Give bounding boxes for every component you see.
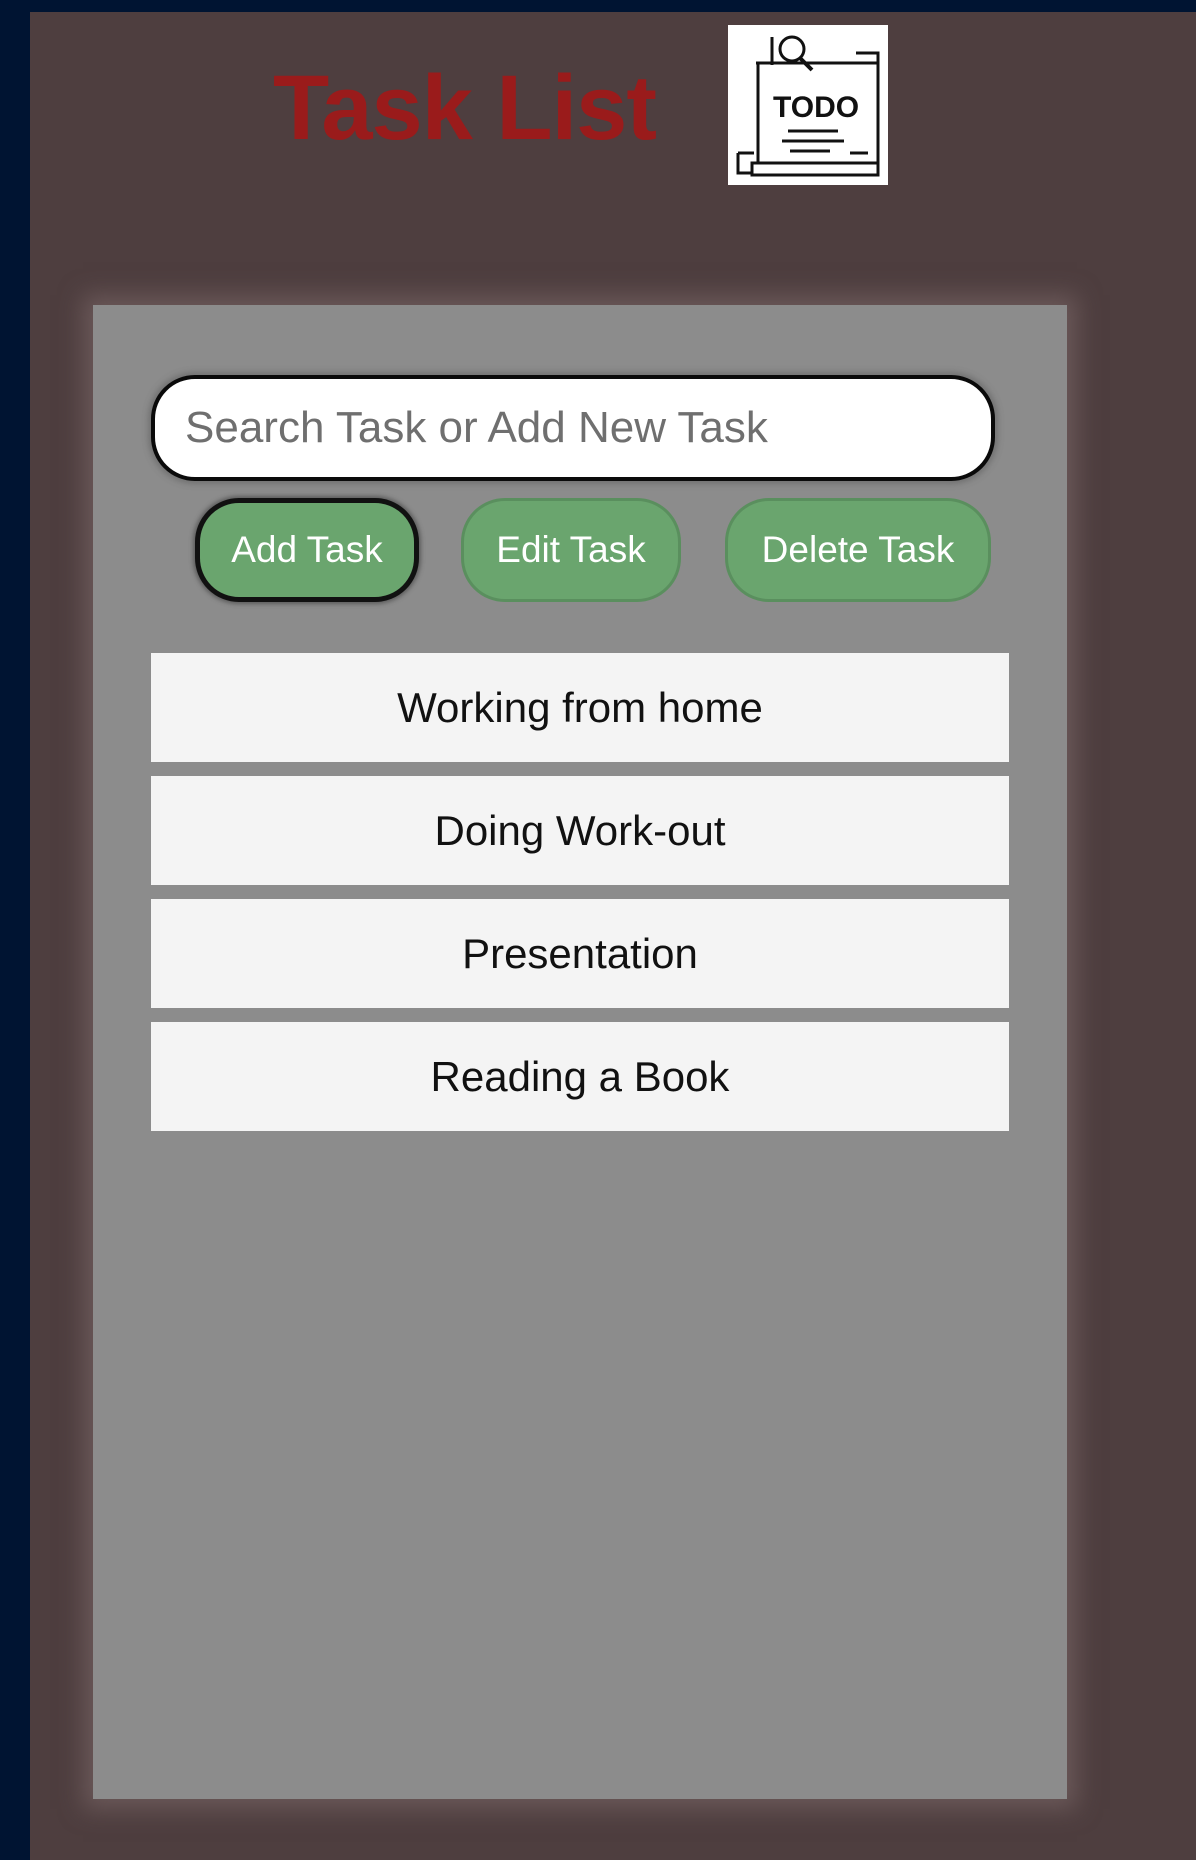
logo-text: TODO (773, 91, 859, 124)
delete-task-button[interactable]: Delete Task (725, 498, 991, 602)
edit-task-button[interactable]: Edit Task (461, 498, 681, 602)
app-container: Task List TODO Add Task Edit T (30, 12, 1196, 1860)
page-title: Task List (273, 57, 657, 159)
task-panel: Add Task Edit Task Delete Task Working f… (93, 305, 1067, 1799)
task-list: Working from home Doing Work-out Present… (151, 653, 1009, 1145)
add-task-button[interactable]: Add Task (195, 498, 419, 602)
search-input[interactable] (151, 375, 995, 481)
task-item-doing-work-out[interactable]: Doing Work-out (151, 776, 1009, 885)
task-item-presentation[interactable]: Presentation (151, 899, 1009, 1008)
task-item-reading-a-book[interactable]: Reading a Book (151, 1022, 1009, 1131)
header: Task List TODO (30, 12, 1196, 212)
task-item-working-from-home[interactable]: Working from home (151, 653, 1009, 762)
todo-notepad-icon: TODO (728, 25, 888, 185)
